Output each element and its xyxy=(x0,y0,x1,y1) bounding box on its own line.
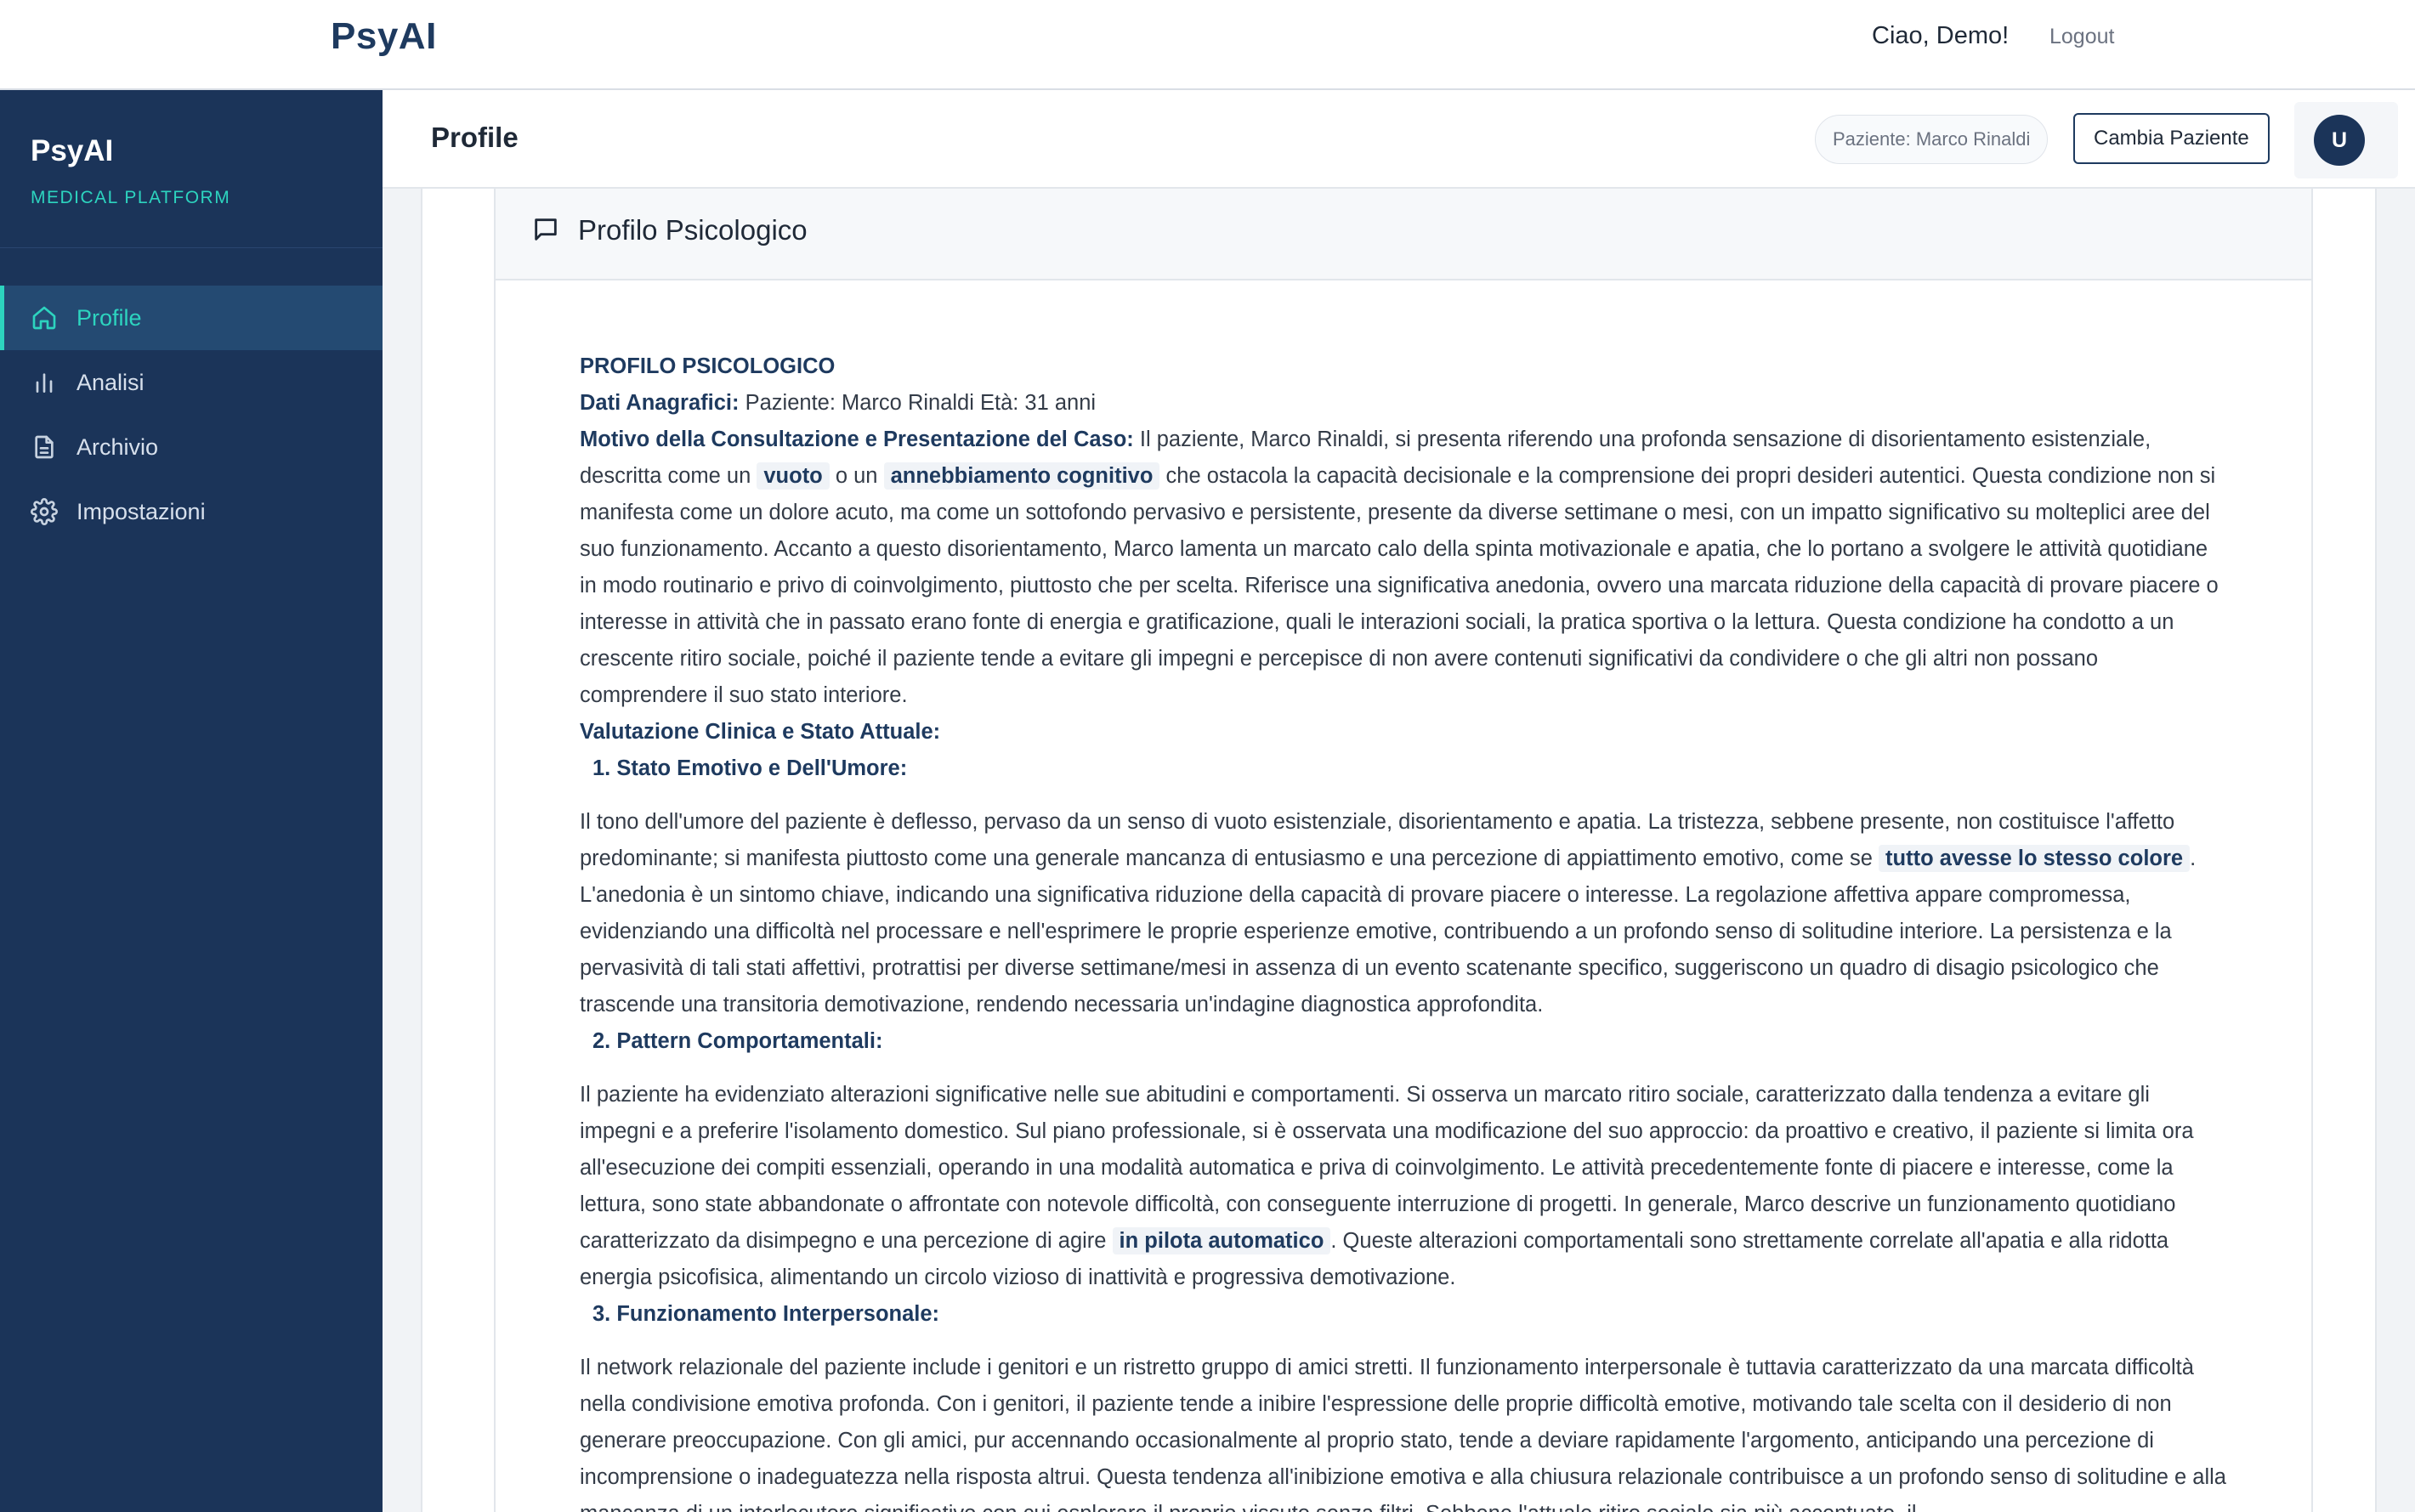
sidebar: PsyAI MEDICAL PLATFORM Profile Analisi A… xyxy=(0,90,383,1512)
page-title: Profile xyxy=(431,122,519,153)
section-title-mood: 1. Stato Emotivo e Dell'Umore: xyxy=(592,756,908,780)
demographics-line: Dati Anagrafici: Paziente: Marco Rinaldi… xyxy=(580,385,2229,422)
home-icon xyxy=(31,304,58,331)
demographics-label: Dati Anagrafici: xyxy=(580,391,740,415)
greeting-text: Ciao, Demo! xyxy=(1872,22,2010,49)
logout-link[interactable]: Logout xyxy=(2049,25,2114,49)
sidebar-item-label: Profile xyxy=(77,304,142,331)
sidebar-item-label: Archivio xyxy=(77,433,159,460)
gear-icon xyxy=(31,498,58,525)
highlight-term: tutto avesse lo stesso colore xyxy=(1879,845,2191,872)
section-text-behavior: Il paziente ha evidenziato alterazioni s… xyxy=(580,1077,2229,1296)
avatar[interactable]: U xyxy=(2314,115,2365,166)
section-text-interpersonal: Il network relazionale del paziente incl… xyxy=(580,1356,2226,1512)
document-heading: PROFILO PSICOLOGICO xyxy=(580,354,836,378)
sidebar-brand: PsyAI xyxy=(31,134,114,167)
highlight-term: vuoto xyxy=(757,462,830,490)
section-text-mood: Il tono dell'umore del paziente è defles… xyxy=(580,804,2229,1023)
psychological-profile-document: PROFILO PSICOLOGICO Dati Anagrafici: Paz… xyxy=(580,348,2229,1512)
card-header: Profilo Psicologico xyxy=(496,189,2311,280)
top-brand-logo[interactable]: PsyAI xyxy=(331,15,437,58)
section-title-behavior: 2. Pattern Comportamentali: xyxy=(592,1029,883,1053)
highlight-term: annebbiamento cognitivo xyxy=(883,462,1160,490)
sidebar-item-analisi[interactable]: Analisi xyxy=(0,350,383,415)
paragraph-text: Il paziente ha evidenziato alterazioni s… xyxy=(580,1083,2194,1253)
document-icon xyxy=(31,433,58,461)
consultation-text: che ostacola la capacità decisionale e l… xyxy=(580,464,2219,707)
sidebar-item-archivio[interactable]: Archivio xyxy=(0,415,383,479)
message-square-icon xyxy=(531,215,560,244)
sidebar-item-profile[interactable]: Profile xyxy=(0,286,383,350)
bar-chart-icon xyxy=(31,369,58,396)
change-patient-button[interactable]: Cambia Paziente xyxy=(2073,113,2270,164)
card-title: Profilo Psicologico xyxy=(578,214,808,246)
consultation-paragraph: Motivo della Consultazione e Presentazio… xyxy=(580,422,2229,714)
consultation-text: o un xyxy=(829,464,884,488)
paragraph-text: . L'anedonia è un sintomo chiave, indica… xyxy=(580,847,2197,1016)
patient-badge: Paziente: Marco Rinaldi xyxy=(1815,115,2049,164)
section-title-interpersonal: 3. Funzionamento Interpersonale: xyxy=(592,1302,940,1326)
consultation-label: Motivo della Consultazione e Presentazio… xyxy=(580,428,1134,451)
demographics-text: Paziente: Marco Rinaldi Età: 31 anni xyxy=(739,391,1097,415)
page-header: Profile Paziente: Marco Rinaldi Cambia P… xyxy=(383,90,2415,189)
top-navbar: PsyAI Ciao, Demo! Logout xyxy=(0,0,2415,90)
sidebar-item-impostazioni[interactable]: Impostazioni xyxy=(0,479,383,544)
sidebar-subtitle: MEDICAL PLATFORM xyxy=(31,188,231,207)
clinical-evaluation-heading: Valutazione Clinica e Stato Attuale: xyxy=(580,720,941,744)
sidebar-item-label: Analisi xyxy=(77,369,145,395)
sidebar-divider xyxy=(0,247,383,248)
highlight-term: in pilota automatico xyxy=(1112,1227,1331,1254)
sidebar-item-label: Impostazioni xyxy=(77,498,206,524)
sidebar-nav: Profile Analisi Archivio Impostazioni xyxy=(0,286,383,544)
